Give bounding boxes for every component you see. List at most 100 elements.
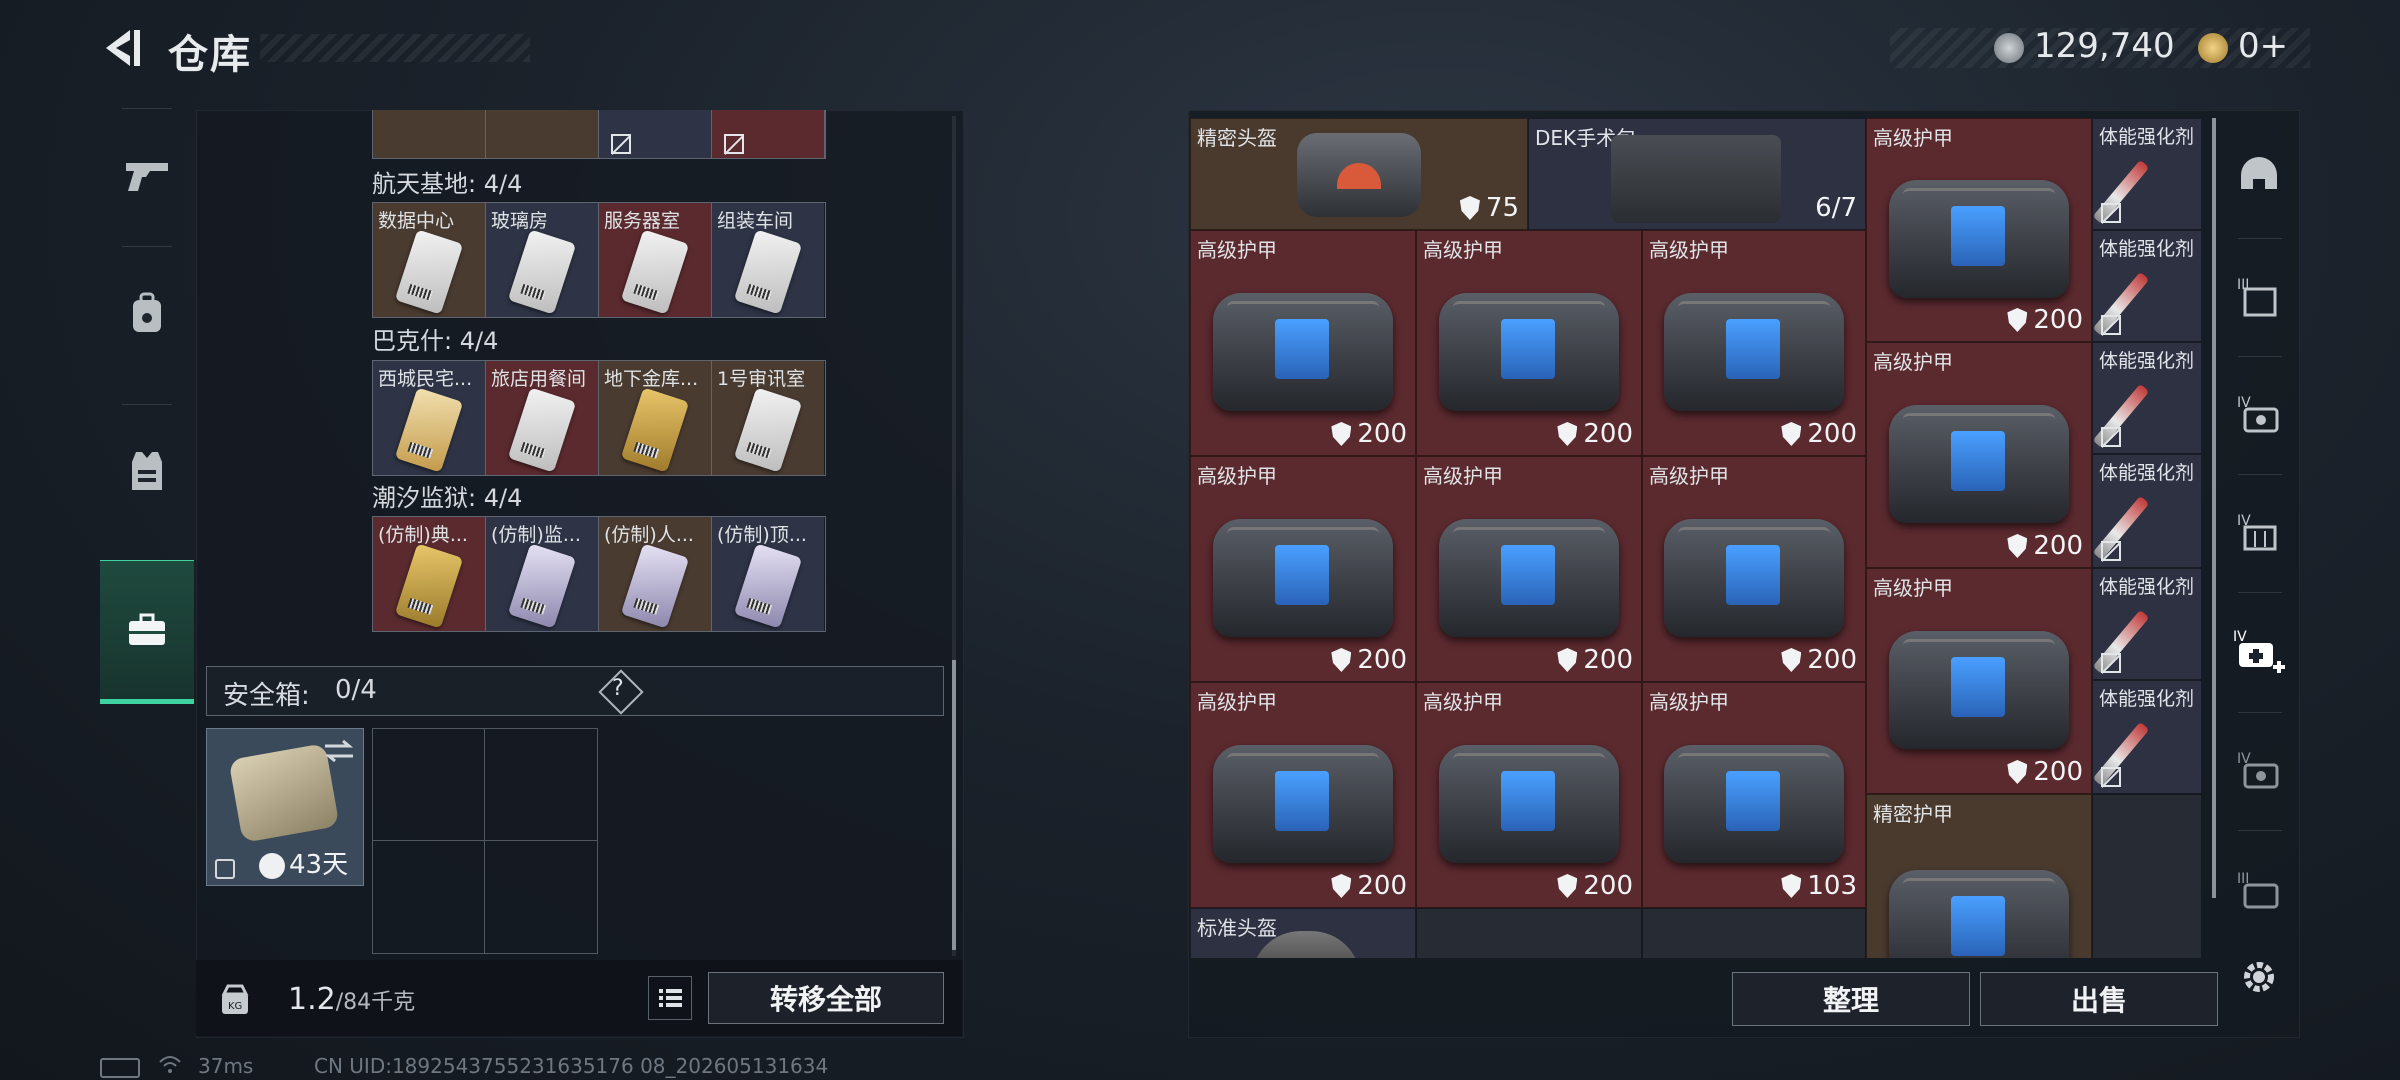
sort-button[interactable]: 整理 bbox=[1732, 972, 1970, 1026]
keycard-server-room[interactable]: 服务器室 bbox=[599, 203, 712, 317]
stash-item-armor[interactable]: 高级护甲 200 bbox=[1416, 682, 1642, 908]
keycard-icon bbox=[620, 543, 690, 629]
keycard-vault[interactable]: 地下金库... bbox=[599, 361, 712, 475]
back-arrow-icon bbox=[106, 30, 140, 66]
filter-medical-iv[interactable]: IV bbox=[2230, 622, 2288, 680]
stash-item-stim[interactable]: 体能强化剂 bbox=[2092, 342, 2202, 454]
lock-icon bbox=[215, 859, 235, 879]
stash-item-helmet[interactable]: 精密头盔 75 bbox=[1190, 118, 1528, 230]
sell-button[interactable]: 出售 bbox=[1980, 972, 2218, 1026]
filter-stash-iv[interactable]: IV bbox=[2230, 386, 2288, 444]
stash-item-armor[interactable]: 高级护甲 200 bbox=[1866, 118, 2092, 342]
keycard-assembly[interactable]: 组装车间 bbox=[712, 203, 824, 317]
stash-item-armor[interactable]: 高级护甲 200 bbox=[1190, 456, 1416, 682]
filter-case-iii[interactable]: III bbox=[2230, 862, 2288, 920]
stash-item-armor[interactable]: 高级护甲 200 bbox=[1190, 682, 1416, 908]
keycard-row-bakhsh: 西城民宅... 旅店用餐间 地下金库... 1号审讯室 bbox=[372, 360, 826, 476]
left-scrollbar-thumb[interactable] bbox=[952, 660, 956, 950]
gun-icon bbox=[126, 163, 168, 191]
armor-icon bbox=[1213, 292, 1393, 411]
safe-duration: 43天 bbox=[289, 850, 349, 880]
stash-empty-slot[interactable] bbox=[1416, 908, 1642, 958]
case-filter-icon: IV bbox=[2237, 751, 2279, 789]
svg-text:III: III bbox=[2237, 277, 2249, 293]
settings-button[interactable] bbox=[2230, 948, 2288, 1006]
keycard-hotel-dining[interactable]: 旅店用餐间 bbox=[486, 361, 599, 475]
stash-item-armor[interactable]: 高级护甲 200 bbox=[1866, 568, 2092, 794]
backpack-icon bbox=[133, 292, 161, 332]
keycard-glass-room[interactable]: 玻璃房 bbox=[486, 203, 599, 317]
stash-item-stim[interactable]: 体能强化剂 bbox=[2092, 118, 2202, 230]
stash-scrollbar[interactable] bbox=[2212, 118, 2216, 898]
stash-item-stim[interactable]: 体能强化剂 bbox=[2092, 454, 2202, 568]
stash-item-stim[interactable]: 体能强化剂 bbox=[2092, 230, 2202, 342]
filter-case-iv[interactable]: IV bbox=[2230, 742, 2288, 800]
stash-item-medkit[interactable]: DEK手术包 6/7 bbox=[1528, 118, 1866, 230]
gear-icon bbox=[2244, 962, 2274, 992]
safe-box-item[interactable]: 43天 bbox=[206, 728, 364, 886]
keycard-data-center[interactable]: 数据中心 bbox=[373, 203, 486, 317]
stash-item-armor[interactable]: 高级护甲 200 bbox=[1642, 456, 1866, 682]
stash-empty-slot[interactable] bbox=[2092, 794, 2202, 958]
stash-item-armor[interactable]: 高级护甲 200 bbox=[1642, 230, 1866, 456]
filter-container-iv[interactable]: IV bbox=[2230, 504, 2288, 562]
keycard-icon bbox=[394, 543, 464, 629]
map-title-tidal-prison: 潮汐监狱: 4/4 bbox=[372, 484, 523, 512]
stash-item-armor[interactable]: 高级护甲 200 bbox=[1416, 230, 1642, 456]
stash-item-armor[interactable]: 高级护甲 200 bbox=[1866, 342, 2092, 568]
keycard-interrogation[interactable]: 1号审讯室 bbox=[712, 361, 824, 475]
helmet-filter-icon bbox=[2241, 157, 2277, 189]
inventory-footer: KG 1.2/84千克 转移全部 bbox=[196, 960, 962, 1036]
keycard-icon bbox=[733, 387, 803, 473]
keycard-slot[interactable] bbox=[373, 110, 486, 158]
transfer-all-button[interactable]: 转移全部 bbox=[708, 972, 944, 1024]
swap-icon[interactable] bbox=[323, 739, 355, 763]
briefcase-icon bbox=[129, 613, 165, 645]
no-loot-icon bbox=[2101, 203, 2121, 223]
nav-weapons[interactable] bbox=[100, 110, 194, 240]
gold-coin-icon bbox=[2198, 33, 2228, 63]
keycard-replica-2[interactable]: (仿制)监... bbox=[486, 517, 599, 631]
stash-item-armor-partial[interactable]: 精密护甲 bbox=[1866, 794, 2092, 958]
svg-text:IV: IV bbox=[2233, 629, 2247, 645]
keycard-row-aerospace: 数据中心 玻璃房 服务器室 组装车间 bbox=[372, 202, 826, 318]
nav-vest[interactable] bbox=[100, 406, 194, 536]
stash-item-stim[interactable]: 体能强化剂 bbox=[2092, 568, 2202, 680]
safe-box-grid[interactable] bbox=[372, 728, 598, 954]
nav-backpack[interactable] bbox=[100, 248, 194, 378]
stash-item-armor[interactable]: 高级护甲 103 bbox=[1642, 682, 1866, 908]
container-filter-icon: IV bbox=[2237, 513, 2277, 551]
keycard-replica-1[interactable]: (仿制)典... bbox=[373, 517, 486, 631]
title-decoration bbox=[260, 34, 530, 62]
keycard-replica-3[interactable]: (仿制)人... bbox=[599, 517, 712, 631]
keycard-replica-4[interactable]: (仿制)顶... bbox=[712, 517, 824, 631]
safe-box-header: 安全箱: 0/4 ? bbox=[206, 666, 944, 716]
stash-item-helmet-partial[interactable]: 标准头盔 bbox=[1190, 908, 1416, 958]
stash-empty-slot[interactable] bbox=[1642, 908, 1866, 958]
nav-safe-case[interactable] bbox=[100, 560, 194, 704]
case-filter-icon: IV bbox=[2237, 395, 2279, 433]
keycard-icon bbox=[507, 543, 577, 629]
no-loot-icon bbox=[611, 134, 631, 154]
page-title: 仓库 bbox=[168, 32, 252, 78]
stash-item-armor[interactable]: 高级护甲 200 bbox=[1416, 456, 1642, 682]
safe-box-label: 安全箱: bbox=[223, 681, 310, 711]
filter-armor[interactable]: III bbox=[2230, 268, 2288, 326]
list-view-button[interactable] bbox=[648, 976, 692, 1020]
stash-grid: 精密头盔 75 DEK手术包 6/7 高级护甲 200 体能强化剂 高级护甲 2… bbox=[1190, 118, 2202, 958]
keycard-west-house[interactable]: 西城民宅... bbox=[373, 361, 486, 475]
keycard-slot[interactable] bbox=[712, 110, 825, 158]
armor-filter-icon: III bbox=[2237, 277, 2277, 317]
keycard-icon bbox=[507, 387, 577, 473]
keycard-slot[interactable] bbox=[599, 110, 712, 158]
premium-currency-amount[interactable]: 0+ bbox=[2238, 26, 2288, 66]
stash-item-armor[interactable]: 高级护甲 200 bbox=[1190, 230, 1416, 456]
map-title-bakhsh: 巴克什: 4/4 bbox=[372, 327, 499, 355]
keycard-slot[interactable] bbox=[486, 110, 599, 158]
list-icon bbox=[659, 989, 682, 1007]
keycard-row-prison: (仿制)典... (仿制)监... (仿制)人... (仿制)顶... bbox=[372, 516, 826, 632]
back-button[interactable] bbox=[100, 26, 144, 70]
no-loot-icon bbox=[724, 134, 744, 154]
stash-item-stim[interactable]: 体能强化剂 bbox=[2092, 680, 2202, 794]
filter-helmet[interactable] bbox=[2230, 148, 2288, 206]
